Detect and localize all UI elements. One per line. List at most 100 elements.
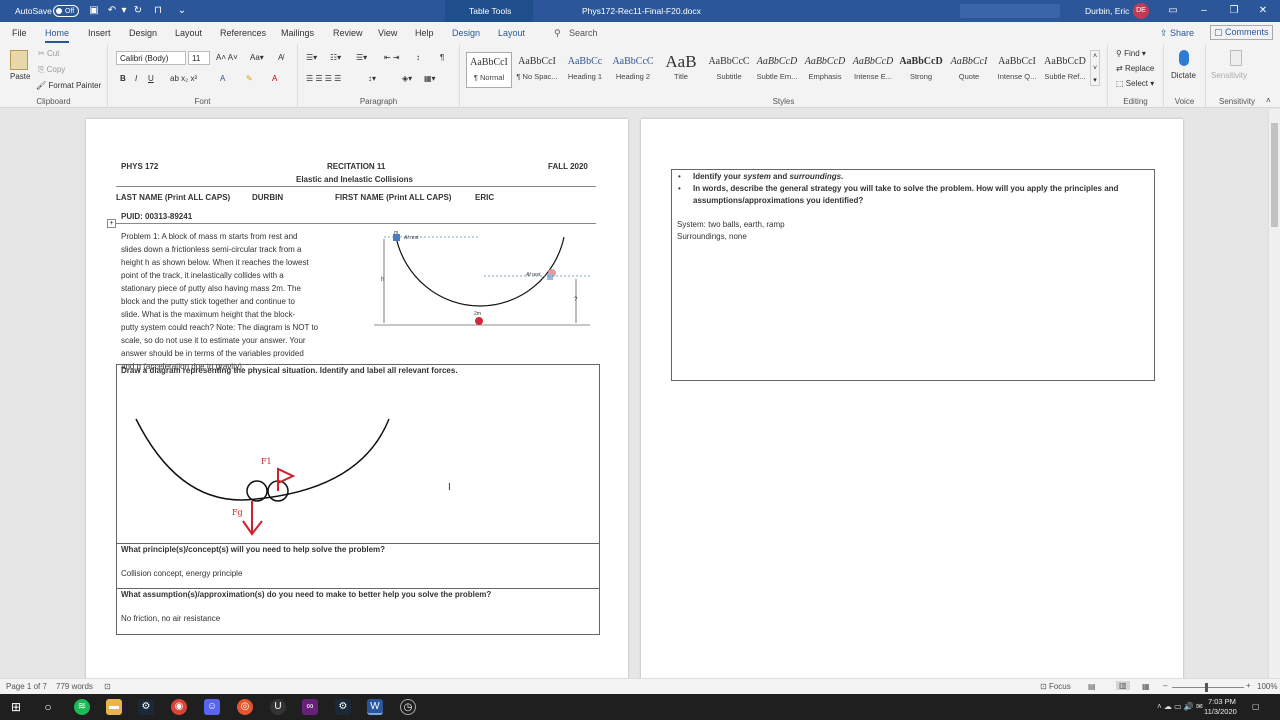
unreal-icon[interactable]: U — [270, 699, 286, 715]
style-item[interactable]: AaBbCcD Strong — [898, 52, 944, 88]
style-item[interactable]: AaBbCcI ¶ Normal — [466, 52, 512, 88]
sort-icon[interactable]: ↕ — [416, 53, 420, 62]
tab-references[interactable]: References — [220, 28, 266, 38]
style-item[interactable]: AaB Title — [658, 52, 704, 88]
font-color-icon[interactable]: A — [272, 74, 277, 83]
close-icon[interactable]: ✕ — [1257, 5, 1269, 17]
strikethrough-icon[interactable]: ab x₂ x² — [170, 74, 197, 83]
paste-icon[interactable] — [10, 50, 28, 70]
show-marks-icon[interactable]: ¶ — [440, 53, 444, 62]
undo-dropdown-icon[interactable]: ▾ — [118, 5, 130, 17]
collapse-ribbon-icon[interactable]: ˄ — [1266, 96, 1271, 105]
numbering-icon[interactable]: ☷▾ — [330, 53, 341, 62]
text-effects-icon[interactable]: A — [220, 74, 225, 83]
align-icons[interactable]: ☰ ☰ ☰ ☰ — [306, 74, 341, 83]
style-item[interactable]: AaBbCcI Intense Q... — [994, 52, 1040, 88]
search-icon[interactable]: ○ — [40, 699, 56, 715]
steam-icon[interactable]: ⚙ — [138, 699, 154, 715]
steam-2-icon[interactable]: ⚙ — [335, 699, 351, 715]
italic-icon[interactable]: I — [135, 74, 137, 83]
tab-layout[interactable]: Layout — [175, 28, 202, 38]
tab-help[interactable]: Help — [415, 28, 434, 38]
underline-icon[interactable]: U — [148, 74, 154, 83]
speedometer-icon[interactable]: ◷ — [400, 699, 416, 715]
assumption-answer[interactable]: No friction, no air resistance — [121, 614, 220, 624]
visual-studio-icon[interactable]: ∞ — [302, 699, 318, 715]
undo-icon[interactable]: ↶ — [106, 5, 118, 17]
word-count[interactable]: 779 words — [56, 682, 93, 691]
tray-icons[interactable]: ˄ ☁ ▭ 🔊 ✉ — [1157, 702, 1203, 711]
customize-toolbar-icon[interactable]: ⌄ — [176, 5, 188, 17]
indent-icons[interactable]: ⇤ ⇥ — [384, 53, 400, 62]
focus-button[interactable]: ⊡ Focus — [1040, 682, 1071, 691]
zoom-slider[interactable] — [1172, 683, 1244, 692]
table-move-handle[interactable]: + — [107, 219, 116, 228]
zoom-out-icon[interactable]: – — [1163, 681, 1167, 690]
page-1[interactable]: PHYS 172 RECITATION 11 FALL 2020 Elastic… — [86, 119, 628, 678]
tab-review[interactable]: Review — [333, 28, 363, 38]
minimize-icon[interactable]: – — [1198, 5, 1210, 17]
tab-mailings[interactable]: Mailings — [281, 28, 314, 38]
autosave-toggle[interactable]: Off — [53, 5, 79, 17]
paste-button[interactable]: Paste — [10, 72, 30, 81]
find-button[interactable]: ⚲ Find ▾ — [1116, 49, 1146, 58]
change-case-icon[interactable]: Aa▾ — [250, 53, 264, 62]
scroll-thumb[interactable] — [1271, 123, 1278, 227]
comments-button[interactable]: ▢ Comments — [1210, 25, 1273, 40]
highlight-icon[interactable]: ✎ — [246, 74, 253, 83]
style-item[interactable]: AaBbCcC Subtitle — [706, 52, 752, 88]
borders-icon[interactable]: ▦▾ — [424, 74, 436, 83]
shading-icon[interactable]: ◈▾ — [402, 74, 412, 83]
cut-button[interactable]: ✂ Cut — [38, 49, 59, 58]
bullets-icon[interactable]: ☰▾ — [306, 53, 317, 62]
surroundings-answer[interactable]: Surroundings, none — [677, 232, 747, 242]
tab-home[interactable]: Home — [45, 28, 70, 43]
clock-time[interactable]: 7:03 PM — [1208, 697, 1236, 706]
notifications-icon[interactable]: ▢ — [1252, 702, 1260, 711]
save-icon[interactable]: ▣ — [88, 5, 100, 17]
sensitivity-button[interactable]: Sensitivity — [1211, 71, 1247, 80]
principle-answer[interactable]: Collision concept, energy principle — [121, 569, 242, 579]
font-size-select[interactable]: 11 — [188, 51, 210, 65]
microphone-icon[interactable] — [1179, 50, 1189, 66]
origin-icon[interactable]: ◎ — [237, 699, 253, 715]
style-item[interactable]: AaBbCcD Intense E... — [850, 52, 896, 88]
restore-icon[interactable]: ❐ — [1228, 5, 1240, 17]
windows-start-icon[interactable]: ⊞ — [8, 699, 24, 715]
system-answer[interactable]: System: two balls, earth, ramp — [677, 220, 785, 230]
spotify-icon[interactable]: ≋ — [74, 699, 90, 715]
page-count[interactable]: Page 1 of 7 — [6, 682, 47, 691]
tab-insert[interactable]: Insert — [88, 28, 111, 38]
multilevel-icon[interactable]: ☰▾ — [356, 53, 367, 62]
table-icon[interactable]: ⊓ — [152, 5, 164, 17]
tab-table-layout[interactable]: Layout — [498, 28, 525, 38]
sensitivity-icon[interactable] — [1230, 50, 1242, 66]
style-item[interactable]: AaBbCcI ¶ No Spac... — [514, 52, 560, 88]
line-spacing-icon[interactable]: ↕▾ — [368, 74, 376, 83]
redo-icon[interactable]: ↻ — [132, 5, 144, 17]
styles-scroll[interactable]: ˄ ˅ ▾ — [1090, 50, 1100, 86]
style-item[interactable]: AaBbCcD Subtle Em... — [754, 52, 800, 88]
font-name-select[interactable]: Calibri (Body) — [116, 51, 186, 65]
bold-icon[interactable]: B — [120, 74, 126, 83]
discord-icon[interactable]: ☺ — [204, 699, 220, 715]
style-item[interactable]: AaBbCc Heading 1 — [562, 52, 608, 88]
ribbon-display-icon[interactable]: ▭ — [1167, 5, 1179, 17]
vertical-scrollbar[interactable] — [1268, 109, 1280, 678]
clear-format-icon[interactable]: A̸ — [278, 53, 283, 62]
copy-button[interactable]: ⎘ Copy — [38, 65, 65, 75]
tab-table-design[interactable]: Design — [452, 28, 480, 38]
word-icon[interactable]: W — [367, 699, 383, 715]
style-item[interactable]: AaBbCcD Emphasis — [802, 52, 848, 88]
select-button[interactable]: ⬚ Select ▾ — [1116, 79, 1154, 88]
search-box[interactable]: Search — [569, 28, 598, 38]
user-avatar[interactable]: DE — [1133, 3, 1149, 19]
grow-font-icon[interactable]: A˄ A˅ — [216, 53, 238, 62]
dictate-button[interactable]: Dictate — [1171, 71, 1196, 80]
clock-date[interactable]: 11/3/2020 — [1204, 707, 1237, 716]
zoom-level[interactable]: 100% — [1257, 682, 1277, 691]
web-layout-icon[interactable]: ▦ — [1142, 682, 1150, 691]
proofing-icon[interactable]: ⊡ — [104, 682, 111, 691]
search-icon[interactable]: ⚲ — [554, 28, 561, 39]
chrome-icon[interactable]: ◉ — [171, 699, 187, 715]
